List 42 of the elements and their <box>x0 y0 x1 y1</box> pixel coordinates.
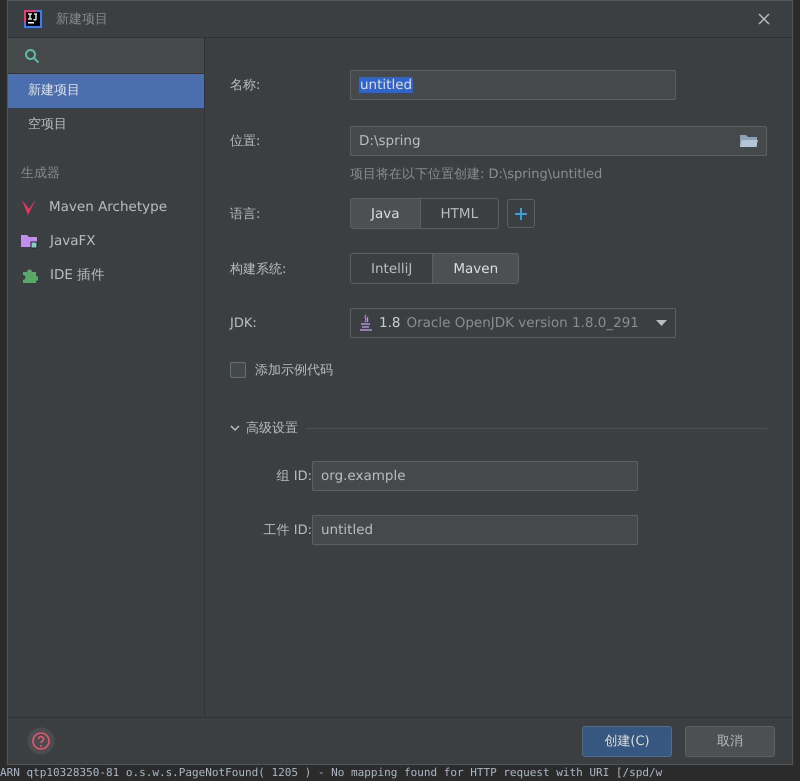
console-log-line: ARN qtp10328350-81 o.s.w.s.PageNotFound( 1205 ) - No mapping found for HTTP request with URI [/spd/w <box>0 765 664 781</box>
field-label: JDK: <box>230 316 258 330</box>
field-label: 名称: <box>230 77 262 94</box>
folder-icon <box>21 233 38 249</box>
generator-item[interactable]: IDE 插件 <box>8 258 204 292</box>
field-label: 组 ID: <box>276 468 312 485</box>
field-label: 语言: <box>230 206 262 222</box>
text-field[interactable]: org.example <box>312 461 638 491</box>
puzzle-icon <box>21 266 38 284</box>
sidebar-item[interactable]: 新建项目 <box>8 74 204 108</box>
section-label: 生成器 <box>20 165 61 183</box>
plus-icon <box>514 206 528 220</box>
sidebar-item[interactable]: 空项目 <box>8 108 204 142</box>
jdk-dropdown[interactable]: 1.8 Oracle OpenJDK version 1.8.0_291 <box>350 308 676 338</box>
language-option[interactable]: HTML <box>420 199 498 228</box>
text-field[interactable]: untitled <box>312 515 638 545</box>
dropdown-arrow-icon <box>656 320 667 326</box>
sample-code-checkbox[interactable]: 添加示例代码 <box>230 361 767 379</box>
window-title: 新建项目 <box>56 11 109 28</box>
location-field[interactable]: D:\spring <box>350 126 767 156</box>
generator-item[interactable]: Maven Archetype <box>8 190 204 224</box>
field-label: 构建系统: <box>230 260 288 278</box>
coffee-cup-icon <box>359 314 373 332</box>
advanced-settings-toggle[interactable]: 高级设置 <box>230 419 298 437</box>
help-icon[interactable] <box>27 727 55 755</box>
add-button[interactable] <box>507 199 536 228</box>
folder-icon[interactable] <box>740 134 758 148</box>
build-system-option[interactable]: Maven <box>432 254 518 283</box>
close-icon[interactable] <box>758 13 770 25</box>
name-field[interactable]: untitled <box>350 70 676 100</box>
app-logo-icon <box>24 10 42 28</box>
location-hint: 项目将在以下位置创建: D:\spring\untitled <box>350 166 604 183</box>
chevron-icon <box>230 423 240 433</box>
field-label: 位置: <box>230 133 262 150</box>
generator-item[interactable]: JavaFX <box>8 224 204 258</box>
search-icon <box>24 48 40 64</box>
field-label: 工件 ID: <box>262 522 312 539</box>
v-shape-icon <box>21 198 37 216</box>
language-option[interactable]: Java <box>351 199 420 228</box>
search-field[interactable] <box>8 38 204 74</box>
cancel-button[interactable]: 取消 <box>685 726 775 756</box>
create-button[interactable]: 创建(C) <box>582 726 672 756</box>
